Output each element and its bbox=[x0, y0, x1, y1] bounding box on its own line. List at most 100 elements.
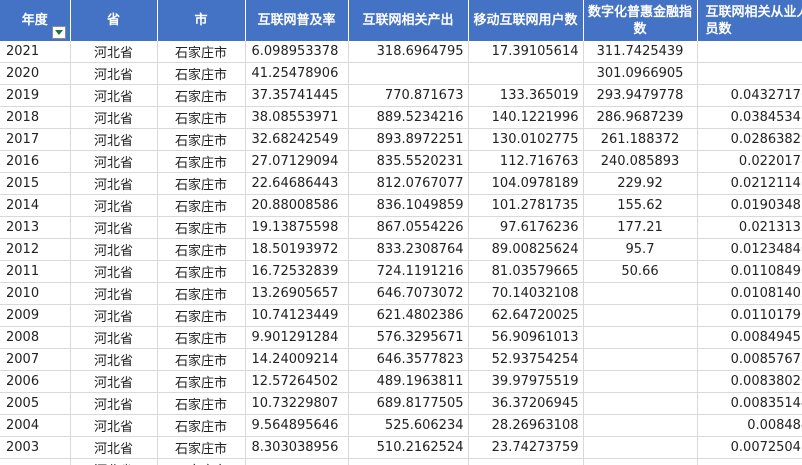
cell-city[interactable]: 石家庄市 bbox=[157, 260, 246, 283]
cell-penetration[interactable]: 41.25478906 bbox=[245, 62, 349, 85]
cell-penetration[interactable]: 16.72532839 bbox=[245, 260, 349, 283]
cell-digital-finance[interactable] bbox=[583, 414, 698, 437]
cell-province[interactable]: 河北省 bbox=[70, 392, 158, 415]
cell-province[interactable]: 河北省 bbox=[70, 458, 158, 465]
cell-employees[interactable]: 0.028638295 bbox=[697, 128, 802, 151]
cell-penetration[interactable]: 6.098953378 bbox=[245, 41, 349, 63]
cell-province[interactable]: 河北省 bbox=[70, 370, 158, 393]
cell-output[interactable]: 836.1049859 bbox=[348, 194, 469, 217]
cell-penetration[interactable]: 27.07129094 bbox=[245, 150, 349, 173]
cell-mobile-users[interactable]: 130.0102775 bbox=[468, 128, 584, 151]
filter-dropdown-icon[interactable] bbox=[51, 26, 66, 39]
cell-city[interactable]: 石家庄市 bbox=[157, 128, 246, 151]
cell-province[interactable]: 河北省 bbox=[70, 84, 158, 107]
cell-output[interactable] bbox=[348, 458, 469, 465]
cell-year[interactable]: 2006 bbox=[0, 370, 71, 393]
cell-output[interactable]: 835.5520231 bbox=[348, 150, 469, 173]
cell-digital-finance[interactable]: 95.7 bbox=[583, 238, 698, 261]
cell-year[interactable]: 2010 bbox=[0, 282, 71, 305]
cell-output[interactable]: 525.606234 bbox=[348, 414, 469, 437]
cell-mobile-users[interactable]: 112.716763 bbox=[468, 150, 584, 173]
cell-penetration[interactable]: 10.73229807 bbox=[245, 392, 349, 415]
cell-employees[interactable]: 0.019034872 bbox=[697, 194, 802, 217]
cell-province[interactable]: 河北省 bbox=[70, 436, 158, 459]
cell-output[interactable]: 576.3295671 bbox=[348, 326, 469, 349]
cell-city[interactable]: 石家庄市 bbox=[157, 304, 246, 327]
cell-penetration[interactable]: 9.564895646 bbox=[245, 414, 349, 437]
cell-year[interactable]: 2016 bbox=[0, 150, 71, 173]
cell-digital-finance[interactable]: 261.188372 bbox=[583, 128, 698, 151]
cell-output[interactable]: 689.8177505 bbox=[348, 392, 469, 415]
cell-province[interactable]: 河北省 bbox=[70, 304, 158, 327]
cell-province[interactable]: 河北省 bbox=[70, 216, 158, 239]
cell-employees[interactable]: 0.008380209 bbox=[697, 370, 802, 393]
cell-year[interactable]: 2005 bbox=[0, 392, 71, 415]
cell-digital-finance[interactable]: 286.9687239 bbox=[583, 106, 698, 129]
cell-employees[interactable]: 0.012348401 bbox=[697, 238, 802, 261]
cell-employees[interactable]: 0.011084906 bbox=[697, 260, 802, 283]
header-year[interactable]: 年度 bbox=[0, 0, 71, 41]
cell-city[interactable]: 石家庄市 bbox=[157, 216, 246, 239]
cell-digital-finance[interactable] bbox=[583, 392, 698, 415]
cell-city[interactable]: 石家庄市 bbox=[157, 41, 246, 63]
cell-employees[interactable]: 0.007250481 bbox=[697, 436, 802, 459]
cell-penetration[interactable]: 32.68242549 bbox=[245, 128, 349, 151]
cell-province[interactable]: 河北省 bbox=[70, 106, 158, 129]
cell-output[interactable]: 318.6964795 bbox=[348, 41, 469, 63]
header-mobile-users[interactable]: 移动互联网用户数 bbox=[468, 0, 584, 41]
cell-output[interactable]: 646.7073072 bbox=[348, 282, 469, 305]
header-output[interactable]: 互联网相关产出 bbox=[348, 0, 469, 41]
cell-output[interactable]: 489.1963811 bbox=[348, 370, 469, 393]
cell-employees[interactable]: 0.02131324 bbox=[697, 216, 802, 239]
cell-mobile-users[interactable]: 81.03579665 bbox=[468, 260, 584, 283]
cell-mobile-users[interactable]: 39.97975519 bbox=[468, 370, 584, 393]
cell-digital-finance[interactable]: 311.7425439 bbox=[583, 41, 698, 63]
cell-output[interactable]: 621.4802386 bbox=[348, 304, 469, 327]
cell-penetration[interactable]: 13.26905657 bbox=[245, 282, 349, 305]
cell-employees[interactable] bbox=[697, 41, 802, 63]
cell-year[interactable]: 2012 bbox=[0, 238, 71, 261]
cell-city[interactable]: 石家庄市 bbox=[157, 348, 246, 371]
cell-mobile-users[interactable]: 52.93754254 bbox=[468, 348, 584, 371]
cell-penetration[interactable]: 22.64686443 bbox=[245, 172, 349, 195]
cell-province[interactable]: 河北省 bbox=[70, 414, 158, 437]
cell-city[interactable]: 石家庄市 bbox=[157, 62, 246, 85]
cell-city[interactable]: 石家庄市 bbox=[157, 84, 246, 107]
cell-city[interactable]: 石家庄市 bbox=[157, 414, 246, 437]
cell-province[interactable]: 河北省 bbox=[70, 41, 158, 63]
cell-output[interactable]: 833.2308764 bbox=[348, 238, 469, 261]
cell-province[interactable]: 河北省 bbox=[70, 238, 158, 261]
cell-year[interactable]: 2009 bbox=[0, 304, 71, 327]
cell-year[interactable]: 2003 bbox=[0, 436, 71, 459]
cell-mobile-users[interactable] bbox=[468, 458, 584, 465]
cell-mobile-users[interactable]: 23.74273759 bbox=[468, 436, 584, 459]
cell-city[interactable]: 石家庄市 bbox=[157, 106, 246, 129]
cell-city[interactable]: 石家庄市 bbox=[157, 282, 246, 305]
cell-year[interactable]: 2018 bbox=[0, 106, 71, 129]
cell-digital-finance[interactable] bbox=[583, 370, 698, 393]
header-penetration[interactable]: 互联网普及率 bbox=[245, 0, 349, 41]
cell-output[interactable] bbox=[348, 62, 469, 85]
cell-digital-finance[interactable]: 155.62 bbox=[583, 194, 698, 217]
cell-digital-finance[interactable]: 50.66 bbox=[583, 260, 698, 283]
cell-digital-finance[interactable] bbox=[583, 436, 698, 459]
cell-digital-finance[interactable] bbox=[583, 348, 698, 371]
header-employees[interactable]: 互联网相关从业人员数 bbox=[697, 0, 802, 41]
cell-mobile-users[interactable]: 104.0978189 bbox=[468, 172, 584, 195]
cell-digital-finance[interactable] bbox=[583, 282, 698, 305]
cell-city[interactable]: 石家庄市 bbox=[157, 238, 246, 261]
cell-employees[interactable]: 0.008494573 bbox=[697, 326, 802, 349]
cell-employees[interactable] bbox=[697, 458, 802, 465]
cell-province[interactable]: 河北省 bbox=[70, 150, 158, 173]
cell-digital-finance[interactable]: 177.21 bbox=[583, 216, 698, 239]
cell-digital-finance[interactable]: 301.0966905 bbox=[583, 62, 698, 85]
cell-employees[interactable]: 0.043271762 bbox=[697, 84, 802, 107]
cell-mobile-users[interactable] bbox=[468, 62, 584, 85]
cell-penetration[interactable]: 19.13875598 bbox=[245, 216, 349, 239]
cell-year[interactable]: 2011 bbox=[0, 260, 71, 283]
cell-employees[interactable]: 0.021211463 bbox=[697, 172, 802, 195]
cell-mobile-users[interactable]: 133.365019 bbox=[468, 84, 584, 107]
cell-year[interactable] bbox=[0, 458, 71, 465]
cell-city[interactable]: 石家庄市 bbox=[157, 392, 246, 415]
cell-city[interactable]: 石家庄市 bbox=[157, 370, 246, 393]
